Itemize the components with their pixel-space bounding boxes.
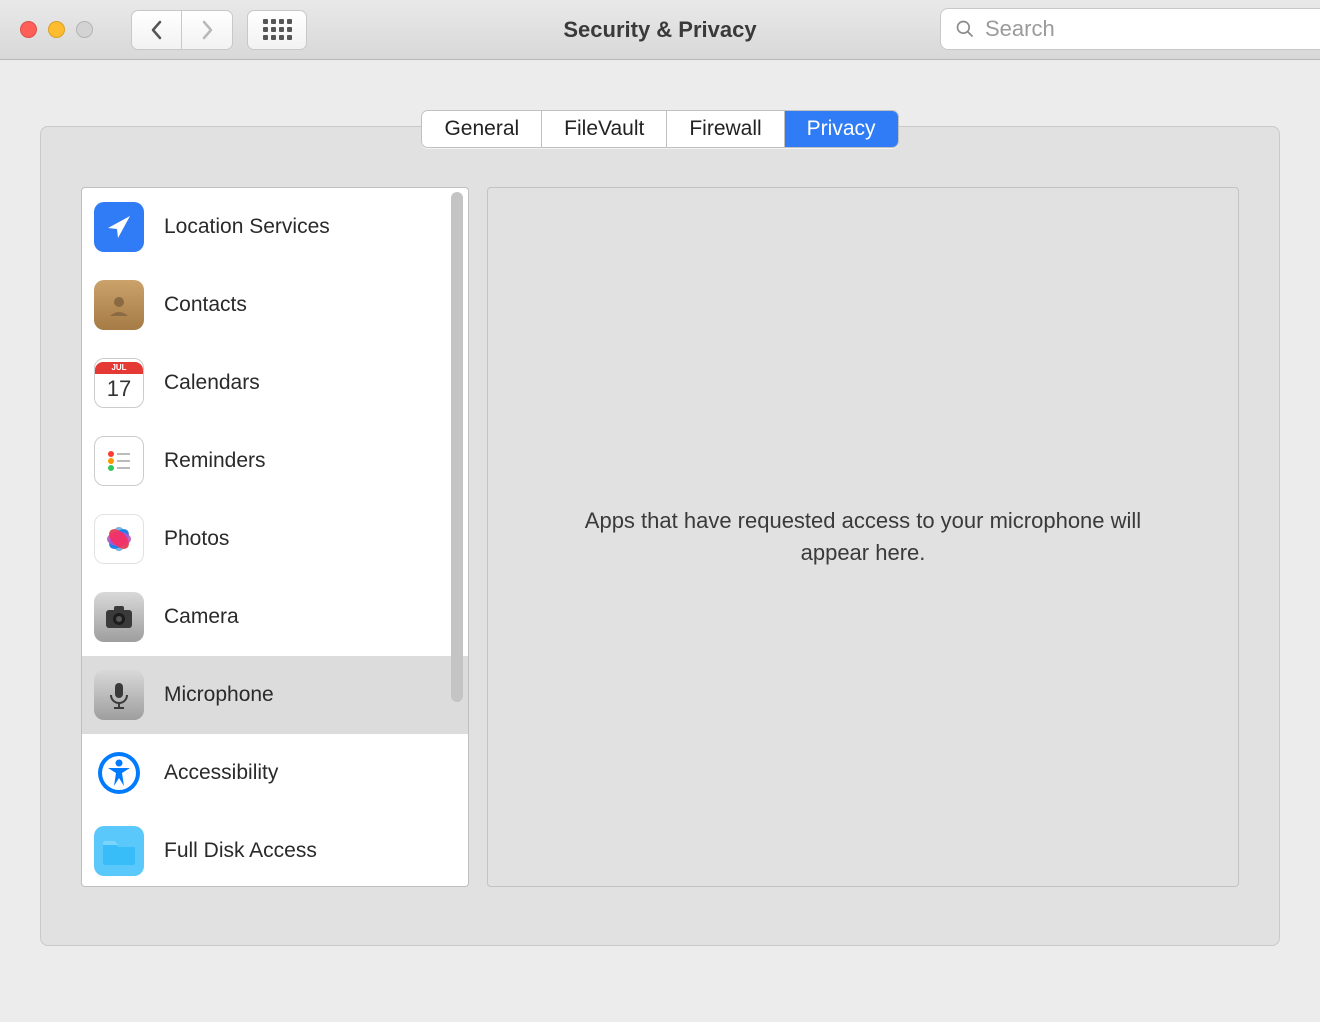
sidebar-item-label: Microphone [164, 683, 274, 707]
forward-button[interactable] [182, 10, 233, 50]
location-arrow-icon [94, 202, 144, 252]
photos-flower-icon [94, 514, 144, 564]
sidebar-item-photos[interactable]: Photos [82, 500, 468, 578]
chevron-right-icon [199, 20, 215, 40]
minimize-window-button[interactable] [48, 21, 65, 38]
calendar-icon: JUL 17 [94, 358, 144, 408]
privacy-panel: Location Services Contacts JUL 17 C [40, 126, 1280, 946]
sidebar-item-label: Photos [164, 527, 229, 551]
empty-state-message: Apps that have requested access to your … [568, 505, 1158, 569]
zoom-window-button[interactable] [76, 21, 93, 38]
back-button[interactable] [131, 10, 182, 50]
privacy-detail-pane: Apps that have requested access to your … [487, 187, 1239, 887]
sidebar-item-contacts[interactable]: Contacts [82, 266, 468, 344]
privacy-category-list: Location Services Contacts JUL 17 C [81, 187, 469, 887]
sidebar-item-label: Accessibility [164, 761, 278, 785]
scrollbar-thumb[interactable] [451, 192, 463, 702]
chevron-left-icon [149, 20, 165, 40]
sidebar-item-label: Calendars [164, 371, 260, 395]
sidebar-item-accessibility[interactable]: Accessibility [82, 734, 468, 812]
folder-icon [94, 826, 144, 876]
search-input[interactable] [985, 16, 1285, 42]
tab-filevault[interactable]: FileVault [542, 111, 667, 147]
accessibility-icon [94, 748, 144, 798]
search-icon [955, 19, 975, 39]
sidebar-item-label: Full Disk Access [164, 839, 317, 863]
sidebar-scrollbar[interactable] [448, 192, 466, 882]
titlebar: Security & Privacy [0, 0, 1320, 60]
sidebar-item-reminders[interactable]: Reminders [82, 422, 468, 500]
search-field[interactable] [940, 8, 1320, 50]
content-area: General FileVault Firewall Privacy Locat… [0, 60, 1320, 946]
reminders-list-icon [94, 436, 144, 486]
tab-general[interactable]: General [422, 111, 542, 147]
nav-buttons [131, 10, 233, 50]
close-window-button[interactable] [20, 21, 37, 38]
sidebar-item-microphone[interactable]: Microphone [82, 656, 468, 734]
tab-firewall[interactable]: Firewall [667, 111, 784, 147]
grid-icon [263, 19, 292, 40]
sidebar-item-label: Camera [164, 605, 239, 629]
tab-bar: General FileVault Firewall Privacy [40, 110, 1280, 148]
sidebar-item-label: Contacts [164, 293, 247, 317]
show-all-button[interactable] [247, 10, 307, 50]
sidebar-item-label: Reminders [164, 449, 266, 473]
camera-icon [94, 592, 144, 642]
sidebar-item-location-services[interactable]: Location Services [82, 188, 468, 266]
contacts-book-icon [94, 280, 144, 330]
tab-privacy[interactable]: Privacy [785, 111, 898, 147]
sidebar-item-label: Location Services [164, 215, 330, 239]
sidebar-item-full-disk-access[interactable]: Full Disk Access [82, 812, 468, 886]
sidebar-item-camera[interactable]: Camera [82, 578, 468, 656]
window-controls [20, 21, 93, 38]
sidebar-item-calendars[interactable]: JUL 17 Calendars [82, 344, 468, 422]
microphone-icon [94, 670, 144, 720]
